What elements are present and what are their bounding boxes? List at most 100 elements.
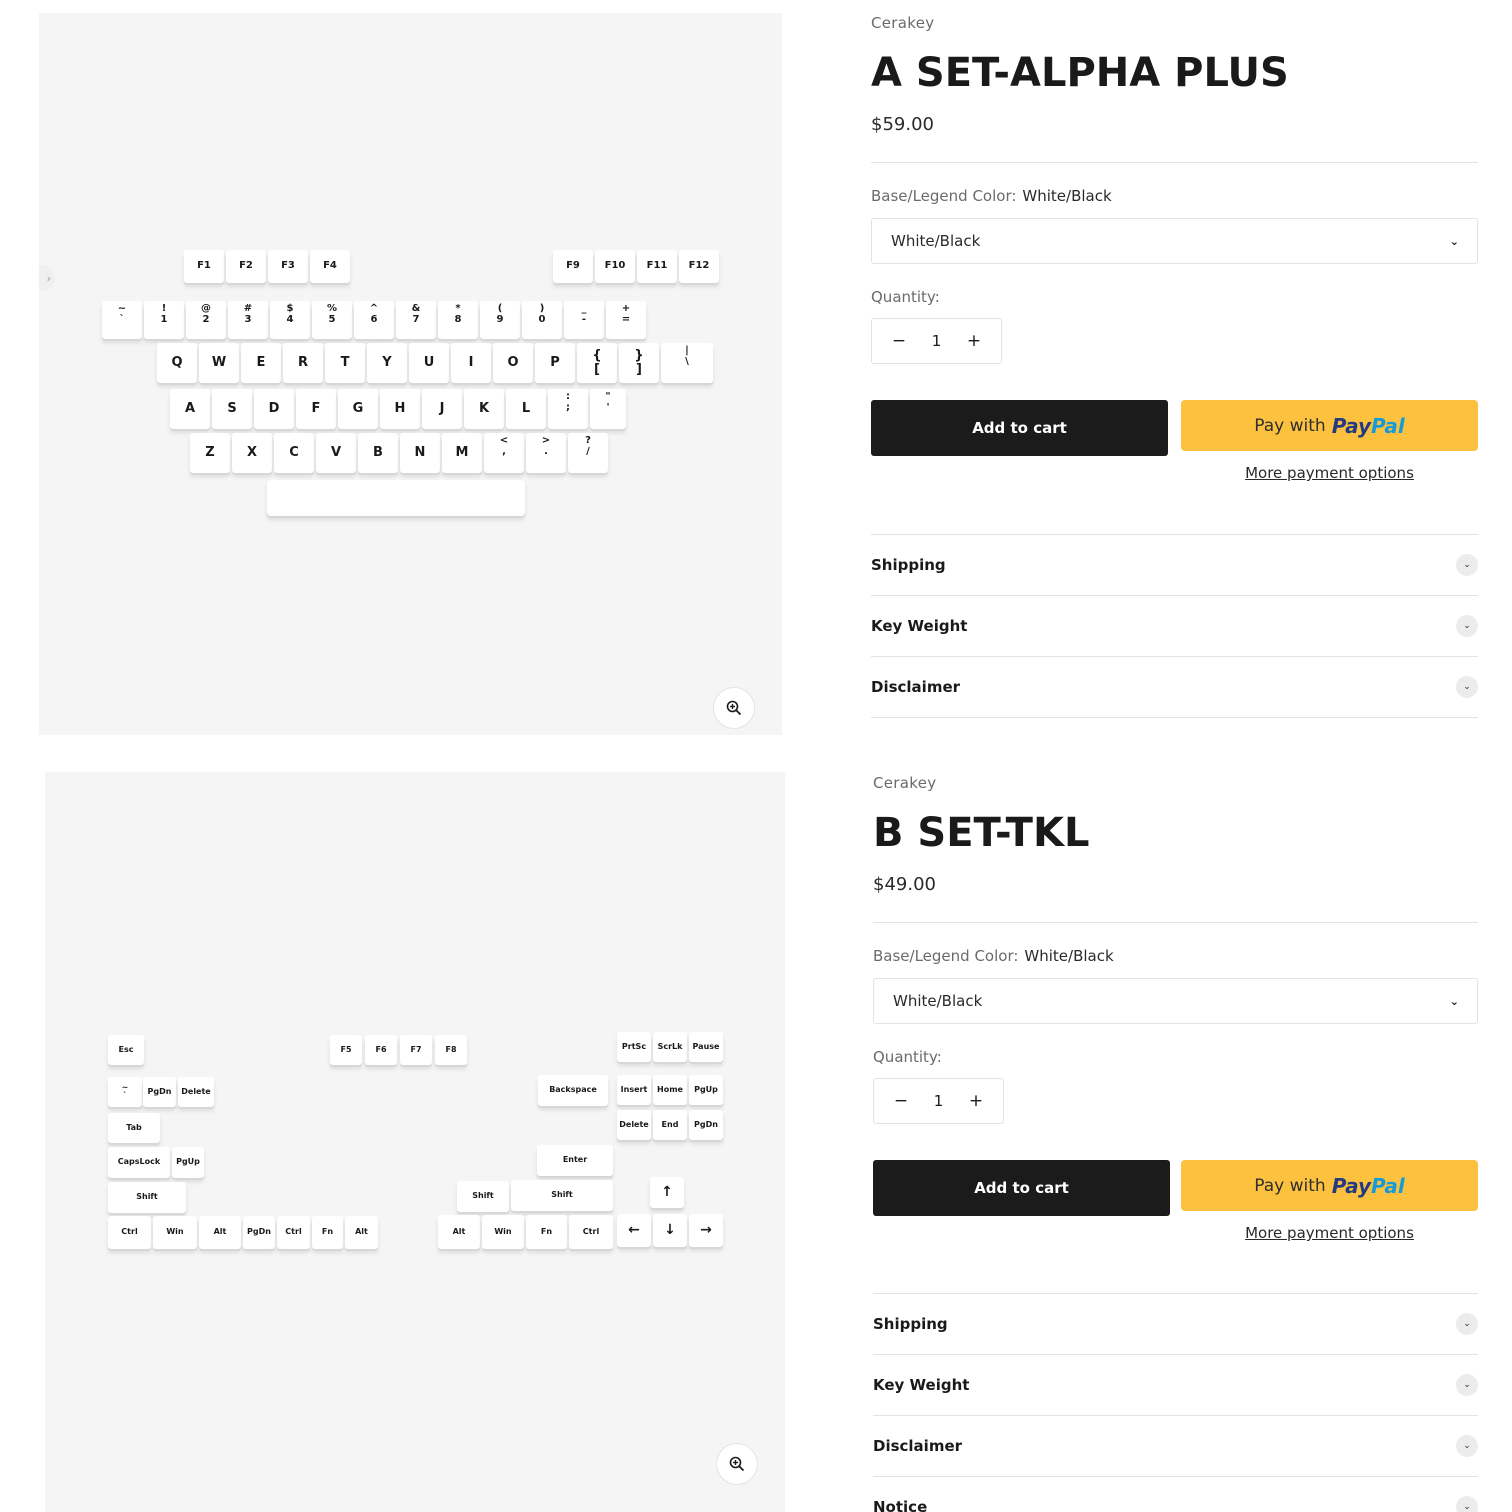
keycap: F7 [400, 1035, 432, 1065]
paypal-button[interactable]: Pay with PayPal [1181, 1160, 1478, 1211]
zoom-in-icon [729, 1456, 745, 1472]
paypal-logo-pal: Pal [1371, 413, 1405, 438]
keycap: # 3 [228, 301, 268, 339]
accordion-notice[interactable]: Notice ⌄ [873, 1477, 1478, 1512]
keycap: _ - [564, 301, 604, 339]
keycap: F [296, 389, 336, 429]
option-label-value: White/Black [1024, 947, 1114, 965]
zoom-button[interactable] [713, 687, 755, 729]
arrow-up-keycap: ↑ [650, 1177, 684, 1208]
quantity-increase-button[interactable]: + [966, 1091, 986, 1111]
keycap: Fn [526, 1215, 567, 1249]
keycap: X [232, 433, 272, 473]
color-select[interactable]: White/Black ⌄ [873, 978, 1478, 1024]
keycap: Shift [457, 1181, 509, 1212]
keycap: F8 [435, 1035, 467, 1065]
color-select-value: White/Black [891, 232, 981, 250]
product-info-a: Cerakey A SET-ALPHA PLUS $59.00 Base/Leg… [871, 0, 1478, 718]
chevron-down-icon: ⌄ [1456, 1496, 1478, 1512]
accordion-title: Disclaimer [873, 1437, 963, 1455]
accordion-shipping[interactable]: Shipping ⌄ [873, 1294, 1478, 1355]
keycap: PrtSc [617, 1032, 651, 1062]
keycap: Win [153, 1216, 197, 1249]
product-info-b: Cerakey B SET-TKL $49.00 Base/Legend Col… [873, 760, 1478, 1512]
keycap: Delete [617, 1110, 651, 1140]
paypal-button[interactable]: Pay with PayPal [1181, 400, 1478, 451]
chevron-down-icon: ⌄ [1456, 554, 1478, 576]
keycap: E [241, 343, 281, 383]
accordion-key-weight[interactable]: Key Weight ⌄ [873, 1355, 1478, 1416]
vendor-name[interactable]: Cerakey [873, 774, 1478, 794]
keycap: Alt [438, 1215, 480, 1249]
option-label: Base/Legend Color: White/Black [873, 947, 1478, 967]
product-price: $49.00 [873, 874, 936, 895]
keycap: Fn [312, 1216, 343, 1249]
quantity-decrease-button[interactable]: − [889, 331, 909, 351]
keycap: Esc [108, 1035, 144, 1065]
keycap: Home [653, 1075, 687, 1105]
accordion-title: Shipping [871, 556, 946, 574]
keycap: $ 4 [270, 301, 310, 339]
add-to-cart-button[interactable]: Add to cart [873, 1160, 1170, 1216]
keycap: ~ ` [108, 1077, 142, 1107]
keycap: ! 1 [144, 301, 184, 339]
keycap: PgDn [143, 1077, 176, 1107]
option-label-value: White/Black [1022, 187, 1112, 205]
keycap: ) 0 [522, 301, 562, 339]
paypal-logo-pay: Pay [1331, 1173, 1371, 1198]
divider [871, 162, 1478, 163]
vendor-name[interactable]: Cerakey [871, 14, 1478, 34]
accordion: Shipping ⌄ Key Weight ⌄ Disclaimer ⌄ Not… [873, 1293, 1478, 1512]
keycap: Q [157, 343, 197, 383]
quantity-label: Quantity: [871, 288, 940, 306]
keycap: Y [367, 343, 407, 383]
accordion-disclaimer[interactable]: Disclaimer ⌄ [873, 1416, 1478, 1477]
accordion-disclaimer[interactable]: Disclaimer ⌄ [871, 657, 1478, 718]
keycap: + = [606, 301, 646, 339]
slider-prev-icon[interactable]: › [39, 265, 55, 291]
option-label-text: Base/Legend Color: [871, 187, 1017, 205]
product-title: A SET-ALPHA PLUS [871, 50, 1289, 96]
keycap: Tab [108, 1113, 160, 1143]
paypal-column: Pay with PayPal More payment options [1181, 1160, 1478, 1242]
keycap: C [274, 433, 314, 473]
quantity-input[interactable]: 1 [934, 1092, 944, 1110]
quantity-decrease-button[interactable]: − [891, 1091, 911, 1111]
more-payment-options-link[interactable]: More payment options [1245, 464, 1414, 482]
keycap: F12 [679, 250, 719, 283]
quantity-increase-button[interactable]: + [964, 331, 984, 351]
keycap: Pause [689, 1032, 723, 1062]
accordion-shipping[interactable]: Shipping ⌄ [871, 535, 1478, 596]
keycap: * 8 [438, 301, 478, 339]
more-payment-options-link[interactable]: More payment options [1245, 1224, 1414, 1242]
product-title: B SET-TKL [873, 810, 1090, 856]
keycap: Backspace [538, 1075, 608, 1106]
option-label-text: Base/Legend Color: [873, 947, 1019, 965]
keycap: F5 [330, 1035, 362, 1065]
keycap: Ctrl [108, 1216, 151, 1249]
keycap: Enter [537, 1145, 613, 1176]
quantity-input[interactable]: 1 [932, 332, 942, 350]
keycap: S [212, 389, 252, 429]
product-image-a[interactable]: › F1 F2 F3 F4 F9 F10 F11 F12 ~ `! 1 @ 2 # 3 $ 4% 5 ^… [39, 13, 782, 735]
spacebar-keycap [267, 480, 525, 516]
keycap: F10 [595, 250, 635, 283]
keycap: F11 [637, 250, 677, 283]
product-image-b[interactable]: Esc F5 F6 F7 F8 PrtSc ScrLk Pause ~ ` PgDn Delete B… [45, 772, 785, 1512]
keycap: PgDn [689, 1110, 723, 1140]
keycap: { [ [577, 343, 617, 383]
add-to-cart-button[interactable]: Add to cart [871, 400, 1168, 456]
arrow-keycap: → [689, 1214, 723, 1247]
keycap: H [380, 389, 420, 429]
zoom-button[interactable] [716, 1443, 758, 1485]
keycap: ? / [568, 433, 608, 473]
keycap: F4 [310, 250, 350, 283]
keycap: F2 [226, 250, 266, 283]
paypal-logo: PayPal [1332, 414, 1405, 438]
accordion-key-weight[interactable]: Key Weight ⌄ [871, 596, 1478, 657]
keycap: Alt [345, 1216, 378, 1249]
color-select[interactable]: White/Black ⌄ [871, 218, 1478, 264]
keycap: Alt [199, 1216, 241, 1249]
product-price: $59.00 [871, 114, 934, 135]
keycap: R [283, 343, 323, 383]
